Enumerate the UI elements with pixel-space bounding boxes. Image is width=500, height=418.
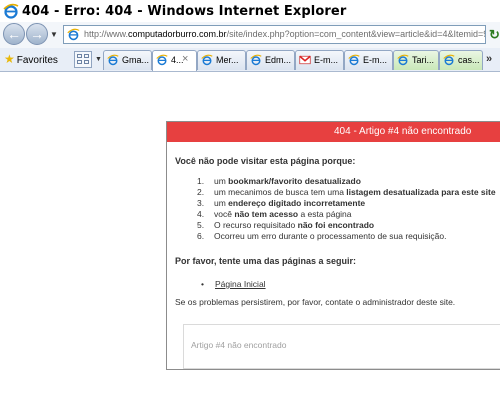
back-arrow-icon: ← [7,26,21,42]
article-not-found-text: Artigo #4 não encontrado [191,340,287,350]
navigation-bar: ← → ▼ http://www.computadorburro.com.br/… [0,22,500,48]
reason-text: um endereço digitado incorretamente [214,198,365,208]
tab-label: E-m... [363,55,387,65]
article-not-found-box: Artigo #4 não encontrado [183,324,500,369]
forward-arrow-icon: → [30,26,44,42]
history-dropdown-icon[interactable]: ▼ [50,30,58,39]
reason-pre: um [214,176,229,186]
tab-cas[interactable]: cas... [439,50,483,70]
internet-explorer-icon [3,3,19,19]
reason-bold: não tem acesso [234,209,299,219]
back-button[interactable]: ← [3,23,25,45]
reason-number: 5. [197,220,205,230]
reason-text: Ocorreu um erro durante o processamento … [214,231,446,241]
error-title: 404 - Artigo #4 não encontrado [334,126,472,137]
page-content: 404 - Artigo #4 não encontrado Você não … [0,72,500,418]
window-title-bar: 404 - Erro: 404 - Windows Internet Explo… [0,0,500,22]
favorites-star-icon: ★ [4,52,15,66]
bullet-icon: • [201,279,204,289]
tab-label: Edm... [265,55,292,65]
ie-page-icon [107,54,119,66]
tab-label: cas... [458,55,480,65]
error-header: 404 - Artigo #4 não encontrado [167,122,500,142]
ie-page-icon [201,54,213,66]
reasons-heading: Você não pode visitar esta página porque… [175,156,356,166]
favorites-tab-bar: ★ Favorites ▼ Gma... 4... × Mer... Edm...… [0,48,500,72]
url-prefix: http://www. [84,29,129,39]
tab-gmail[interactable]: Gma... [103,50,152,70]
quick-tabs-button[interactable] [74,51,92,68]
tab-mercado[interactable]: Mer... [197,50,246,70]
reason-post: a esta página [298,209,352,219]
favorites-label: Favorites [16,55,58,66]
url-text[interactable]: http://www.computadorburro.com.br/site/i… [84,29,486,39]
tab-edm[interactable]: Edm... [246,50,295,70]
tab-label: Gma... [122,55,150,65]
favorites-button[interactable]: ★ Favorites [4,52,58,66]
page-icon [67,28,80,41]
reason-pre: Ocorreu um erro durante o processamento … [214,231,447,241]
tab-email[interactable]: E-m... [344,50,393,70]
reason-pre: um [214,198,229,208]
reason-number: 2. [197,187,205,197]
forward-button[interactable]: → [26,23,48,45]
reason-text: você não tem acesso a esta página [214,209,352,219]
reason-pre: você [214,209,235,219]
reason-bold: bookmark/favorito desatualizado [228,176,361,186]
more-tabs-chevron-icon[interactable]: » [486,53,492,65]
reason-bold: não foi encontrado [297,220,375,230]
reason-number: 3. [197,198,205,208]
ie-page-icon [250,54,262,66]
reason-number: 4. [197,209,205,219]
reason-bold: listagem desatualizada para este site [346,187,496,197]
gmail-icon [299,55,311,65]
refresh-icon[interactable]: ↻ [489,27,500,43]
tab-email-gmail[interactable]: E-m... [295,50,344,70]
reason-number: 6. [197,231,205,241]
url-path: /site/index.php?option=com_content&view=… [226,29,486,39]
tab-404-active[interactable]: 4... × [152,50,197,71]
reason-pre: O recurso requisitado [214,220,298,230]
reason-text: um bookmark/favorito desatualizado [214,176,361,186]
reason-bold: endereço digitado incorretamente [228,198,366,208]
home-page-link[interactable]: Página Inicial [215,279,266,289]
contact-admin-note: Se os problemas persistirem, por favor, … [175,297,456,307]
ie-page-icon [156,54,168,66]
reason-text: O recurso requisitado não foi encontrado [214,220,374,230]
error-panel: 404 - Artigo #4 não encontrado Você não … [166,121,500,370]
url-domain: computadorburro.com.br [128,29,227,39]
address-bar[interactable]: http://www.computadorburro.com.br/site/i… [63,25,486,44]
tab-tarifas[interactable]: Tari... [393,50,439,70]
tab-label: E-m... [314,55,338,65]
suggestions-heading: Por favor, tente uma das páginas a segui… [175,256,357,266]
window-title: 404 - Erro: 404 - Windows Internet Explo… [22,4,347,19]
tab-list-dropdown-icon[interactable]: ▼ [95,56,102,63]
ie-page-icon [443,54,455,66]
reason-text: um mecanimos de busca tem uma listagem d… [214,187,496,197]
ie-page-icon [397,54,409,66]
close-tab-icon[interactable]: × [182,53,188,65]
reason-number: 1. [197,176,205,186]
reason-pre: um mecanimos de busca tem uma [214,187,347,197]
ie-page-icon [348,54,360,66]
tab-label: Mer... [216,55,239,65]
tab-label: Tari... [412,55,435,65]
